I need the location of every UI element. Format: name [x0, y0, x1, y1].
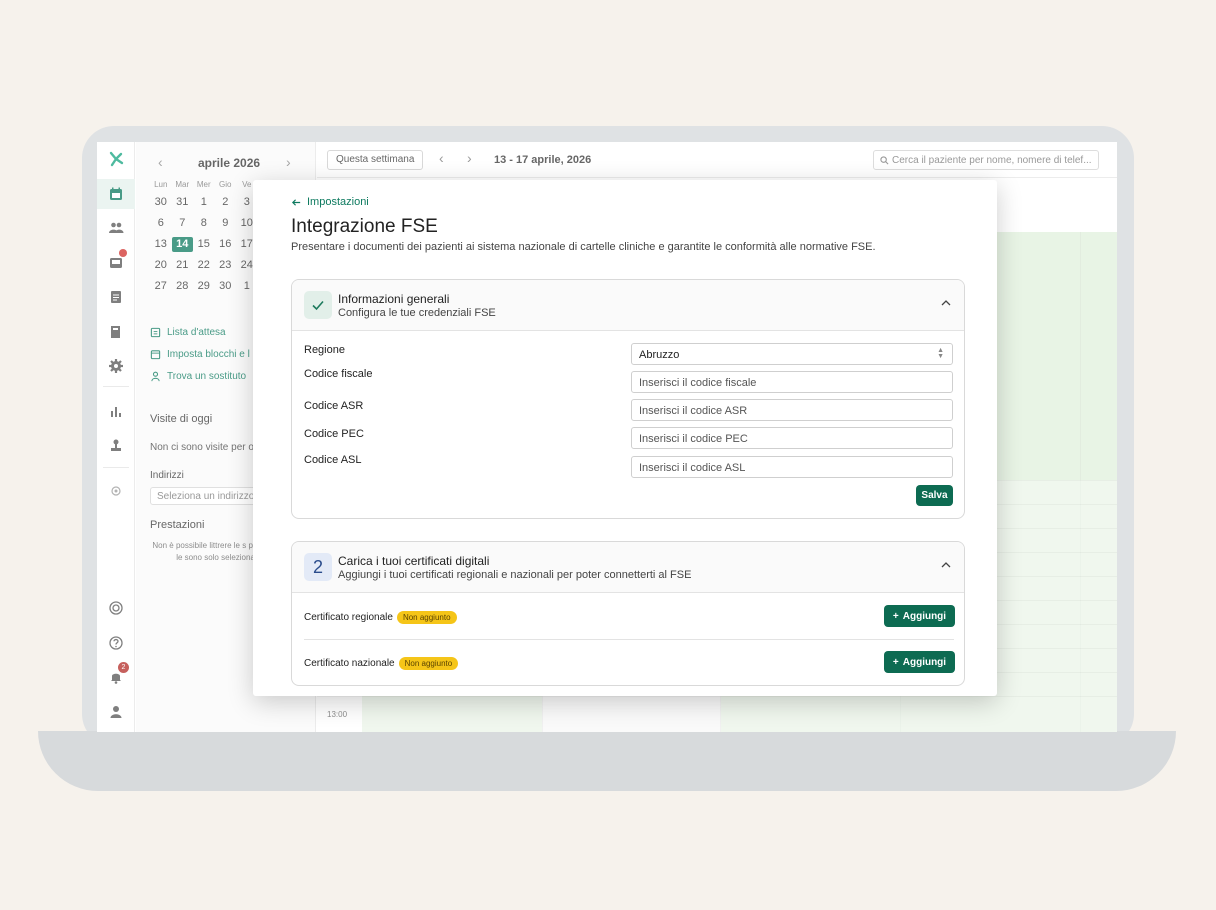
- field-row-asr: Codice ASR Inserisci il codice ASR: [292, 399, 964, 421]
- certificates-card: 2 Carica i tuoi certificati digitali Agg…: [291, 541, 965, 686]
- certificate-row-national: Certificato nazionale Non aggiunto + Agg…: [304, 651, 955, 675]
- asr-code-label: Codice ASR: [304, 400, 364, 412]
- region-select[interactable]: Abruzzo ▲ ▼: [631, 343, 953, 365]
- region-label: Regione: [304, 344, 345, 356]
- general-info-title: Informazioni generali: [338, 292, 450, 306]
- add-regional-certificate-button[interactable]: + Aggiungi: [884, 605, 955, 627]
- certificates-subtitle: Aggiungi i tuoi certificati regionali e …: [338, 569, 692, 581]
- plus-icon: +: [892, 656, 899, 668]
- certificate-label: Certificato regionale Non aggiunto: [304, 611, 457, 624]
- step-complete: [304, 291, 332, 319]
- fse-integration-panel: Impostazioni Integrazione FSE Presentare…: [253, 180, 997, 696]
- add-button-label: Aggiungi: [902, 610, 947, 622]
- field-row-fiscal-code: Codice fiscale Inserisci il codice fisca…: [292, 368, 964, 393]
- add-button-label: Aggiungi: [902, 656, 947, 668]
- asr-code-input[interactable]: Inserisci il codice ASR: [631, 399, 953, 421]
- page-subtitle: Presentare i documenti dei pazienti ai s…: [291, 241, 876, 253]
- certificates-header[interactable]: 2 Carica i tuoi certificati digitali Agg…: [292, 542, 964, 593]
- certificates-title: Carica i tuoi certificati digitali: [338, 554, 490, 568]
- asl-code-label: Codice ASL: [304, 454, 362, 466]
- status-badge: Non aggiunto: [396, 611, 457, 624]
- general-info-subtitle: Configura le tue credenziali FSE: [338, 307, 496, 319]
- certificate-label: Certificato nazionale Non aggiunto: [304, 657, 459, 670]
- asl-code-input[interactable]: Inserisci il codice ASL: [631, 456, 953, 478]
- general-info-card: Informazioni generali Configura le tue c…: [291, 279, 965, 519]
- add-national-certificate-button[interactable]: + Aggiungi: [884, 651, 955, 673]
- arrow-left-icon: [291, 198, 301, 206]
- back-link-label: Impostazioni: [307, 196, 369, 208]
- back-link[interactable]: Impostazioni: [291, 196, 369, 208]
- fiscal-code-label: Codice fiscale: [304, 368, 373, 380]
- region-value: Abruzzo: [639, 349, 680, 361]
- general-info-header[interactable]: Informazioni generali Configura le tue c…: [292, 280, 964, 331]
- chevron-up-icon[interactable]: [940, 559, 952, 571]
- plus-icon: +: [892, 610, 899, 622]
- field-row-region: Regione Abruzzo ▲ ▼: [292, 343, 964, 365]
- pec-code-input[interactable]: Inserisci il codice PEC: [631, 427, 953, 449]
- select-arrows-icon: ▲ ▼: [937, 347, 944, 360]
- status-badge: Non aggiunto: [398, 657, 459, 670]
- certificate-name: Certificato regionale: [304, 612, 393, 623]
- fiscal-code-input[interactable]: Inserisci il codice fiscale: [631, 371, 953, 393]
- pec-code-label: Codice PEC: [304, 428, 364, 440]
- chevron-up-icon[interactable]: [940, 297, 952, 309]
- save-button[interactable]: Salva: [916, 485, 953, 506]
- certificate-divider: [304, 639, 954, 640]
- page-title: Integrazione FSE: [291, 216, 438, 237]
- certificate-row-regional: Certificato regionale Non aggiunto + Agg…: [304, 605, 955, 629]
- field-row-pec: Codice PEC Inserisci il codice PEC: [292, 427, 964, 449]
- step-number: 2: [304, 553, 332, 581]
- certificate-name: Certificato nazionale: [304, 658, 395, 669]
- laptop-base: [38, 731, 1176, 791]
- field-row-asl: Codice ASL Inserisci il codice ASL: [292, 454, 964, 478]
- check-icon: [312, 300, 324, 311]
